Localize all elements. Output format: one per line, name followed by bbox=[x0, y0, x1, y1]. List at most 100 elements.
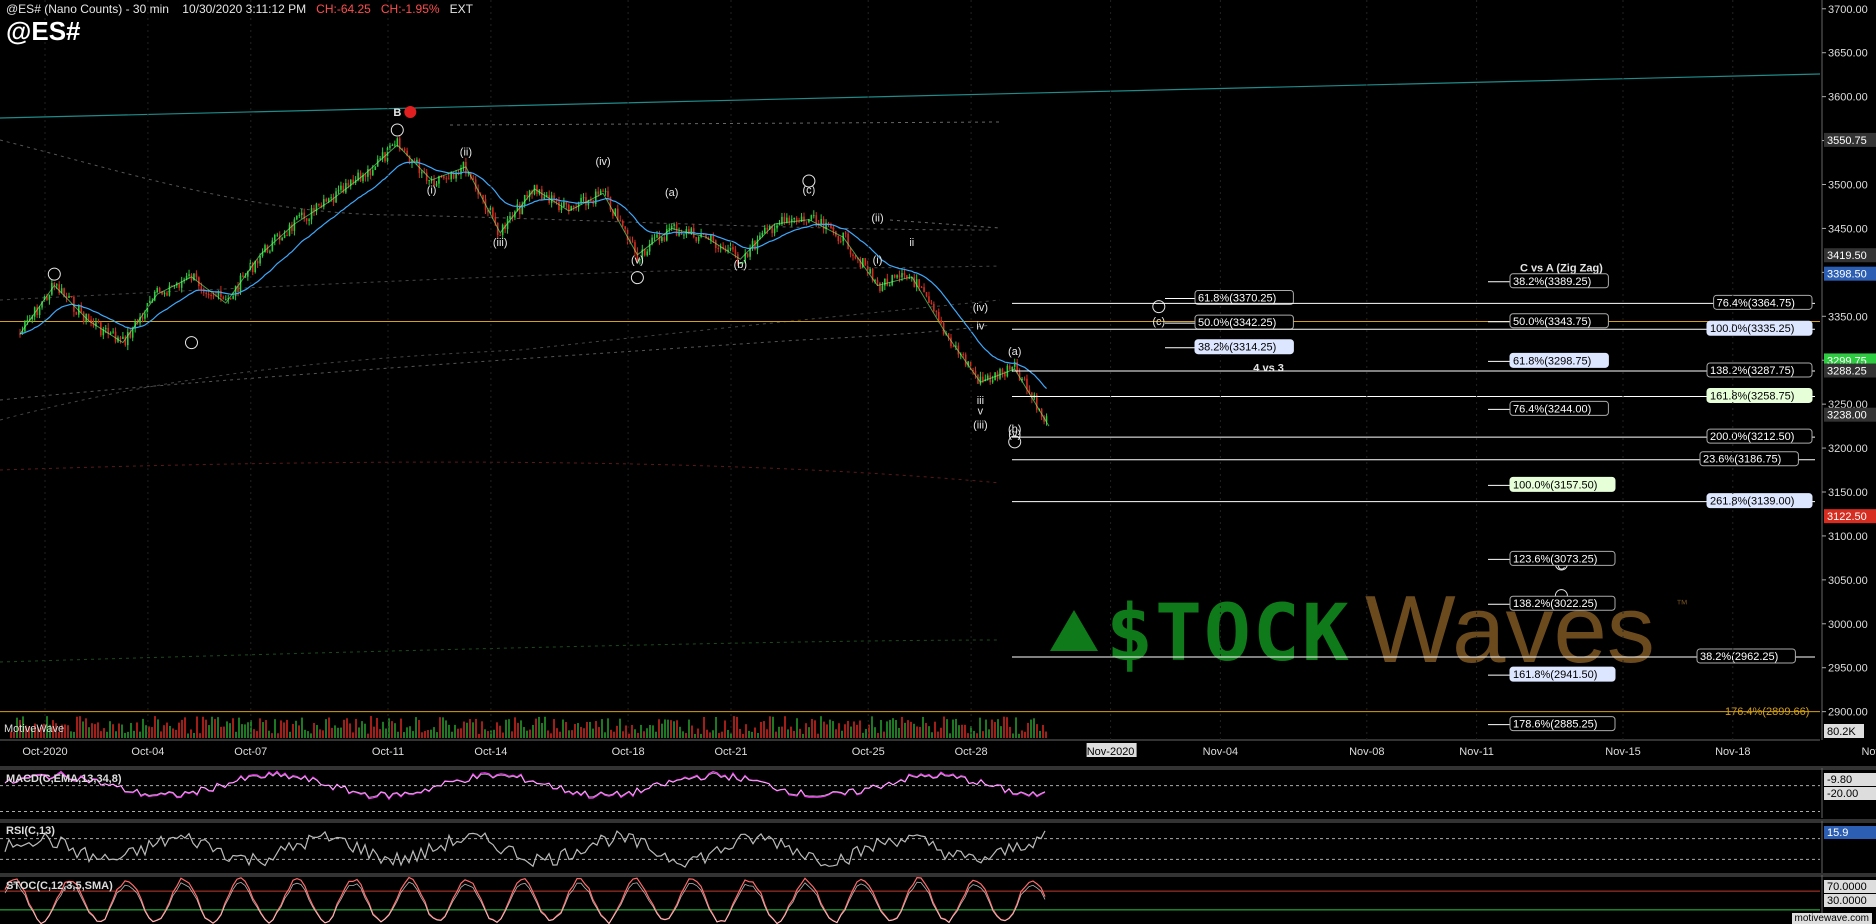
volume-bar bbox=[895, 720, 897, 738]
candle-body bbox=[903, 273, 906, 276]
fib-label-text: 76.4%(3244.00) bbox=[1513, 403, 1591, 415]
volume-bar bbox=[934, 721, 936, 738]
watermark-triangle-icon bbox=[1050, 610, 1098, 651]
volume-bar bbox=[982, 731, 984, 738]
red-dashed-line bbox=[0, 461, 1001, 484]
volume-bar bbox=[580, 726, 582, 738]
volume-bar bbox=[202, 716, 204, 738]
candle-body bbox=[695, 237, 697, 242]
volume-bar bbox=[199, 733, 201, 738]
wave-label: (v) bbox=[631, 255, 644, 267]
volume-bar bbox=[865, 728, 867, 738]
candle-body bbox=[163, 292, 166, 295]
candle-body bbox=[886, 278, 889, 286]
fib-label-text: 161.8%(3258.75) bbox=[1710, 390, 1794, 402]
volume-bar bbox=[226, 721, 228, 738]
volume-bar bbox=[325, 719, 327, 738]
candle-body bbox=[97, 322, 100, 324]
volume-bar bbox=[97, 722, 99, 738]
volume-bar bbox=[184, 717, 186, 738]
volume-bar bbox=[448, 724, 450, 738]
candle-body bbox=[786, 217, 788, 223]
volume-bar bbox=[1030, 719, 1032, 738]
volume-bar bbox=[553, 719, 555, 738]
price-tag-text: 3419.50 bbox=[1827, 250, 1867, 262]
volume-bar bbox=[526, 730, 528, 738]
candle-body bbox=[771, 226, 773, 234]
candle-body bbox=[923, 287, 925, 293]
candle-body bbox=[864, 258, 867, 266]
price-tag-text: 3288.25 bbox=[1827, 366, 1867, 378]
volume-bar bbox=[649, 725, 651, 738]
wave-label: (ii) bbox=[871, 212, 883, 224]
volume-bar bbox=[466, 722, 468, 738]
price-tag-text: 3238.00 bbox=[1827, 410, 1867, 422]
volume-bar bbox=[409, 726, 411, 738]
candle-body bbox=[597, 191, 599, 195]
volume-bar bbox=[418, 720, 420, 738]
volume-bar bbox=[475, 718, 477, 738]
volume-bar bbox=[382, 721, 384, 738]
volume-bar bbox=[223, 726, 225, 738]
rsi-separator bbox=[0, 819, 1876, 823]
volume-bar bbox=[904, 722, 906, 738]
fib-label-text: 38.2%(2962.25) bbox=[1700, 651, 1778, 663]
candle-body bbox=[347, 183, 350, 186]
candle-body bbox=[898, 275, 901, 278]
price-tick-label: 3700.00 bbox=[1828, 4, 1868, 16]
candle-body bbox=[281, 237, 283, 241]
volume-bar bbox=[1006, 717, 1008, 738]
volume-bar bbox=[247, 722, 249, 738]
volume-bar bbox=[691, 725, 693, 738]
volume-bar bbox=[856, 724, 858, 738]
candle-body bbox=[300, 212, 303, 216]
volume-bar bbox=[694, 733, 696, 738]
fib-label-text: 176.4%(2899.66) bbox=[1725, 706, 1809, 718]
candle-body bbox=[450, 173, 452, 180]
date-tick-label: Nov-08 bbox=[1349, 746, 1384, 758]
volume-bar bbox=[250, 720, 252, 738]
volume-bar bbox=[358, 727, 360, 738]
candle-body bbox=[119, 337, 122, 339]
candle-body bbox=[112, 331, 114, 333]
candle-body bbox=[820, 218, 822, 225]
volume-bar bbox=[565, 722, 567, 738]
volume-bar bbox=[685, 732, 687, 738]
candle-body bbox=[158, 287, 161, 292]
volume-bar bbox=[166, 722, 168, 738]
candle-body bbox=[788, 217, 791, 222]
wave-label: B bbox=[393, 107, 401, 119]
volume-bar bbox=[352, 732, 354, 738]
volume-bar bbox=[481, 721, 483, 738]
volume-bar bbox=[139, 731, 141, 738]
volume-bar bbox=[658, 719, 660, 738]
wave-label: (iv) bbox=[973, 302, 988, 314]
candle-body bbox=[839, 241, 842, 243]
volume-bar bbox=[823, 721, 825, 738]
volume-bar bbox=[559, 731, 561, 738]
volume-bar bbox=[688, 719, 690, 738]
volume-bar bbox=[634, 729, 636, 738]
volume-bar bbox=[196, 716, 198, 738]
volume-bar bbox=[100, 731, 102, 738]
footer-link[interactable]: motivewave.com bbox=[1791, 913, 1872, 924]
volume-tag-text: 80.2K bbox=[1827, 726, 1856, 738]
alert-icon bbox=[404, 105, 417, 118]
candle-body bbox=[308, 219, 310, 221]
volume-bar bbox=[808, 727, 810, 738]
volume-bar bbox=[82, 721, 84, 738]
volume-bar bbox=[277, 733, 279, 738]
candle-body bbox=[166, 292, 168, 296]
volume-bar bbox=[850, 726, 852, 738]
candle-body bbox=[345, 183, 347, 193]
price-tag-text: 3550.75 bbox=[1827, 135, 1867, 147]
volume-bar bbox=[211, 716, 213, 738]
volume-bar bbox=[109, 721, 111, 738]
volume-bar bbox=[712, 730, 714, 738]
candle-body bbox=[26, 319, 29, 322]
volume-bar bbox=[769, 716, 771, 738]
wave-label: C vs A (Zig Zag) bbox=[1520, 262, 1603, 274]
wave-circle-marker bbox=[185, 336, 198, 350]
volume-bar bbox=[169, 725, 171, 738]
volume-bar bbox=[1015, 717, 1017, 738]
